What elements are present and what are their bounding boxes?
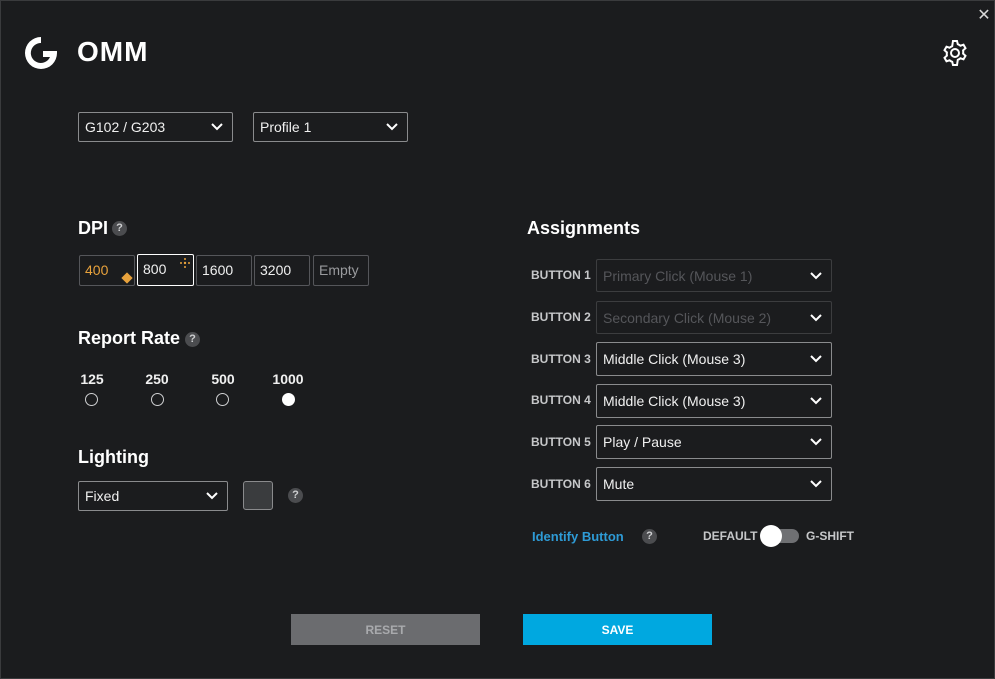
reset-button[interactable]: RESET: [291, 614, 480, 645]
logitech-g-logo-icon: [25, 37, 57, 69]
chevron-down-icon: [206, 492, 218, 500]
button-4-assignment-value: Middle Click (Mouse 3): [603, 393, 746, 409]
chevron-down-icon: [810, 272, 822, 280]
profile-select-value: Profile 1: [260, 119, 312, 135]
chevron-down-icon: [810, 480, 822, 488]
button-2-label: BUTTON 2: [531, 310, 591, 324]
dpi-help-icon[interactable]: ?: [112, 221, 127, 236]
button-5-assignment-value: Play / Pause: [603, 434, 682, 450]
assignments-title: Assignments: [527, 218, 641, 238]
rate-radio-250[interactable]: [151, 393, 164, 406]
rate-label-250: 250: [145, 371, 169, 387]
button-3-assignment-value: Middle Click (Mouse 3): [603, 351, 746, 367]
button-6-assignment-value: Mute: [603, 476, 635, 492]
app-title: OMM: [77, 36, 149, 67]
gear-icon[interactable]: [941, 39, 969, 67]
button-5-label: BUTTON 5: [531, 435, 591, 449]
app-window: OMM ✕ G102 / G203 Profile 1 DPI ? 400 80…: [0, 0, 995, 679]
chevron-down-icon: [810, 397, 822, 405]
button-3-assignment-select[interactable]: Middle Click (Mouse 3): [596, 342, 832, 376]
dpi-level-value: 800: [143, 261, 167, 277]
rate-label-125: 125: [80, 371, 104, 387]
chevron-down-icon: [810, 314, 822, 322]
dpi-level-3[interactable]: 1600: [196, 255, 252, 286]
button-2-assignment-select: Secondary Click (Mouse 2): [596, 301, 832, 334]
identify-button-link[interactable]: Identify Button: [532, 529, 624, 544]
rate-radio-125[interactable]: [85, 393, 98, 406]
dpi-level-value: 3200: [260, 262, 292, 278]
button-1-assignment-select: Primary Click (Mouse 1): [596, 259, 832, 292]
button-6-assignment-select[interactable]: Mute: [596, 467, 832, 501]
chevron-down-icon: [810, 355, 822, 363]
dpi-level-2[interactable]: 800: [137, 254, 194, 286]
chevron-down-icon: [810, 438, 822, 446]
current-dpi-indicator-icon: [180, 258, 190, 268]
profile-select[interactable]: Profile 1: [253, 112, 408, 142]
default-dpi-diamond-icon: [121, 272, 133, 284]
toggle-default-label: DEFAULT: [703, 529, 758, 543]
chevron-down-icon: [386, 123, 398, 131]
button-1-assignment-value: Primary Click (Mouse 1): [603, 267, 753, 284]
chevron-down-icon: [211, 123, 223, 131]
lighting-color-swatch[interactable]: [243, 481, 273, 510]
dpi-level-4[interactable]: 3200: [254, 255, 310, 286]
dpi-title: DPI: [78, 218, 109, 238]
lighting-help-icon[interactable]: ?: [288, 488, 303, 503]
button-3-label: BUTTON 3: [531, 352, 591, 366]
dpi-level-value: 1600: [202, 262, 234, 278]
button-5-assignment-select[interactable]: Play / Pause: [596, 425, 832, 459]
report-rate-title: Report Rate: [78, 328, 181, 348]
device-select-value: G102 / G203: [85, 119, 166, 135]
lighting-title: Lighting: [78, 447, 149, 467]
lighting-mode-select[interactable]: Fixed: [78, 481, 228, 511]
dpi-level-value: 400: [85, 262, 109, 278]
save-button[interactable]: SAVE: [523, 614, 712, 645]
close-icon[interactable]: ✕: [975, 7, 993, 25]
button-1-label: BUTTON 1: [531, 268, 591, 282]
device-select[interactable]: G102 / G203: [78, 112, 233, 142]
dpi-level-value: Empty: [319, 262, 359, 278]
gshift-toggle-knob[interactable]: [760, 525, 782, 547]
rate-radio-1000[interactable]: [282, 393, 295, 406]
toggle-gshift-label: G-SHIFT: [806, 529, 854, 543]
identify-help-icon[interactable]: ?: [642, 529, 657, 544]
report-rate-help-icon[interactable]: ?: [185, 332, 200, 347]
button-6-label: BUTTON 6: [531, 477, 591, 491]
rate-label-500: 500: [211, 371, 235, 387]
button-2-assignment-value: Secondary Click (Mouse 2): [603, 309, 772, 326]
dpi-level-5[interactable]: Empty: [313, 255, 369, 286]
rate-radio-500[interactable]: [216, 393, 229, 406]
button-4-label: BUTTON 4: [531, 393, 591, 407]
lighting-mode-value: Fixed: [85, 488, 120, 504]
rate-label-1000: 1000: [272, 371, 304, 387]
dpi-level-1[interactable]: 400: [79, 255, 135, 286]
button-4-assignment-select[interactable]: Middle Click (Mouse 3): [596, 384, 832, 418]
